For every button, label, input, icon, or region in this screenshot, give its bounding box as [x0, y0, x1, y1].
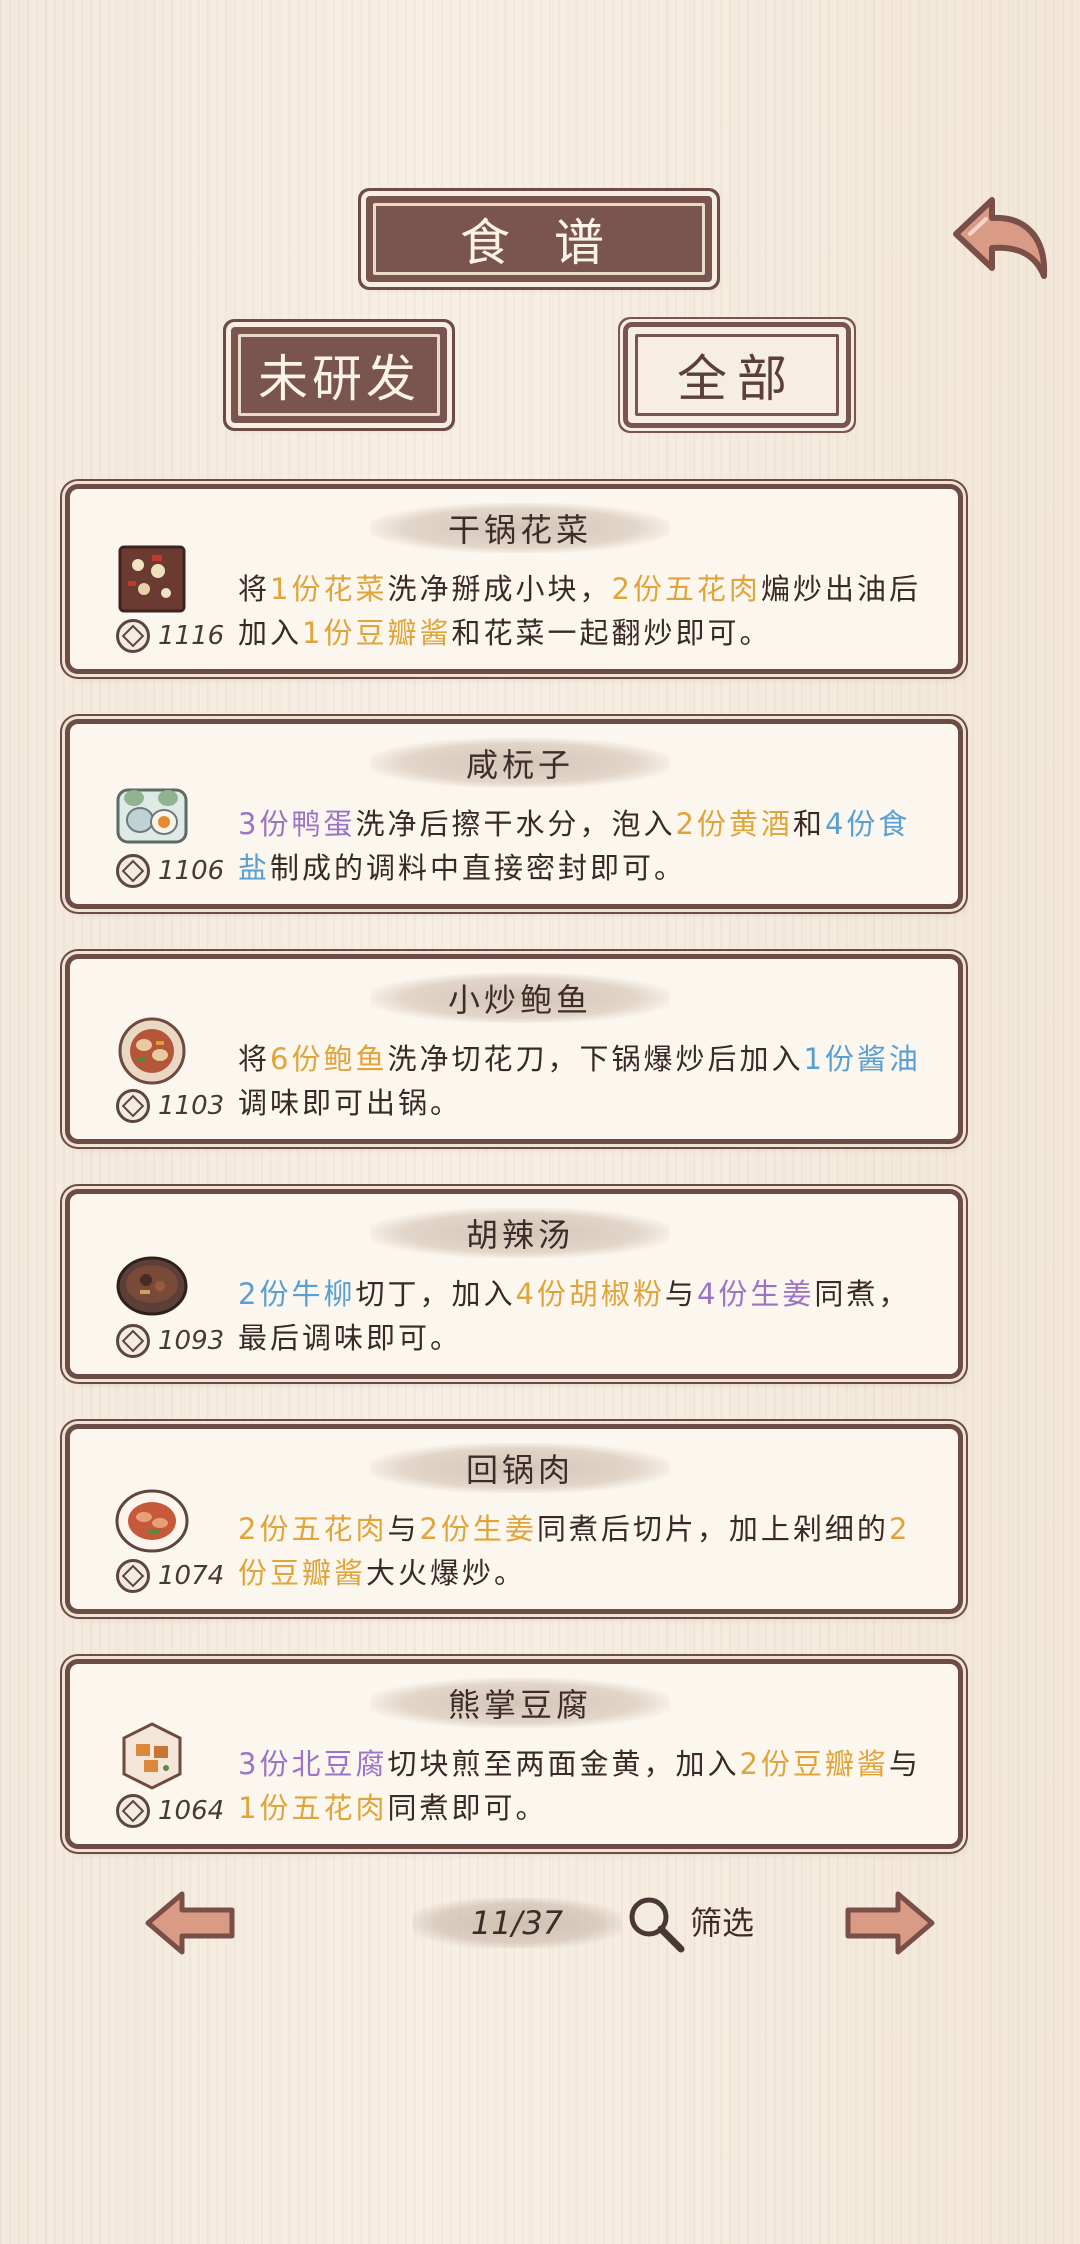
salted-duck-egg-dish-icon	[116, 788, 188, 844]
description-text: 制成的调料中直接密封即可。	[270, 851, 687, 885]
tab-undeveloped-label: 未研发	[258, 350, 420, 408]
recipe-description: 将1份花菜洗净掰成小块，2份五花肉煸炒出油后加入1份豆瓣酱和花菜一起翻炒即可。	[238, 567, 928, 655]
description-text: 洗净切花刀，下锅爆炒后加入	[387, 1042, 804, 1076]
coin-icon	[116, 1794, 150, 1828]
page-title-text: 食 谱	[460, 214, 618, 272]
page-indicator: 11/37	[412, 1898, 622, 1948]
recipe-card[interactable]: 回锅肉 1074 2份五花肉与2份生姜同煮后切片，加上剁细的2份豆瓣酱大火爆炒。	[70, 1429, 958, 1609]
prev-page-arrow-icon[interactable]	[142, 1888, 238, 1958]
bear-paw-tofu-dish-icon	[122, 1722, 182, 1790]
recipe-description: 3份鸭蛋洗净后擦干水分，泡入2份黄酒和4份食盐制成的调料中直接密封即可。	[238, 802, 928, 890]
recipe-name: 胡辣汤	[370, 1208, 670, 1258]
description-text: 将	[238, 1042, 271, 1076]
recipe-card[interactable]: 小炒鲍鱼 1103 将6份鲍鱼洗净切花刀，下锅爆炒后加入1份酱油调味即可出锅。	[70, 959, 958, 1139]
stir-fried-abalone-dish-icon	[118, 1017, 186, 1085]
ingredient-highlight: 2份五花肉	[611, 572, 761, 606]
coin-icon	[116, 1559, 150, 1593]
description-text: 将	[238, 572, 271, 606]
recipe-card[interactable]: 熊掌豆腐 1064 3份北豆腐切块煎至两面金黄，加入2份豆瓣酱与 1份五花肉同煮即可。	[70, 1664, 958, 1844]
description-text: 同煮后切片，加上剁细的	[536, 1512, 889, 1546]
search-icon[interactable]	[625, 1893, 687, 1955]
coin-icon	[116, 619, 150, 653]
ingredient-highlight: 1份五花肉	[238, 1791, 388, 1825]
ingredient-highlight: 3份鸭蛋	[238, 807, 356, 841]
ingredient-highlight: 6份鲍鱼	[270, 1042, 388, 1076]
filter-button[interactable]: 筛选	[690, 1898, 754, 1948]
ingredient-highlight: 1份花菜	[270, 572, 388, 606]
recipe-price: 1116	[158, 621, 225, 651]
coin-icon	[116, 854, 150, 888]
recipe-price: 1106	[158, 856, 225, 886]
recipe-name: 回锅肉	[370, 1443, 670, 1493]
ingredient-highlight: 2份牛柳	[238, 1277, 356, 1311]
description-text: 与	[664, 1277, 697, 1311]
description-text: 与	[387, 1512, 420, 1546]
tab-all-label: 全部	[677, 350, 797, 408]
recipe-price: 1093	[158, 1326, 225, 1356]
description-text: 与	[888, 1747, 921, 1781]
description-text: 调味即可出锅。	[238, 1086, 463, 1120]
ingredient-highlight: 2份生姜	[419, 1512, 537, 1546]
recipe-name: 咸杬子	[370, 738, 670, 788]
spicy-soup-dish-icon	[116, 1256, 188, 1316]
recipe-name: 熊掌豆腐	[370, 1678, 670, 1728]
ingredient-highlight: 4份生姜	[696, 1277, 815, 1311]
recipe-card[interactable]: 咸杬子 1106 3份鸭蛋洗净后擦干水分，泡入2份黄酒和4份食盐制成的调料中直接密封…	[70, 724, 958, 904]
ingredient-highlight: 3份北豆腐	[238, 1747, 388, 1781]
tab-all[interactable]: 全部	[628, 327, 846, 423]
recipe-description: 2份五花肉与2份生姜同煮后切片，加上剁细的2份豆瓣酱大火爆炒。	[238, 1507, 928, 1595]
description-text: 大火爆炒。	[366, 1556, 527, 1590]
recipe-description: 将6份鲍鱼洗净切花刀，下锅爆炒后加入1份酱油调味即可出锅。	[238, 1037, 928, 1125]
next-page-arrow-icon[interactable]	[842, 1888, 938, 1958]
ingredient-highlight: 1份酱油	[803, 1042, 921, 1076]
ingredient-highlight: 4份胡椒粉	[515, 1277, 665, 1311]
recipe-card[interactable]: 胡辣汤 1093 2份牛柳切丁，加入4份胡椒粉与4份生姜同煮，最后调味即可。	[70, 1194, 958, 1374]
coin-icon	[116, 1089, 150, 1123]
recipe-description: 3份北豆腐切块煎至两面金黄，加入2份豆瓣酱与 1份五花肉同煮即可。	[238, 1742, 928, 1830]
description-text: 洗净后擦干水分，泡入	[355, 807, 676, 841]
twice-cooked-pork-dish-icon	[115, 1489, 189, 1553]
tab-undeveloped[interactable]: 未研发	[231, 327, 447, 423]
recipe-name: 干锅花菜	[370, 503, 670, 553]
description-text: 和	[792, 807, 825, 841]
description-text: 和花菜一起翻炒即可。	[451, 616, 772, 650]
description-text: 洗净掰成小块，	[387, 572, 612, 606]
description-text: 切丁，加入	[355, 1277, 516, 1311]
back-arrow-icon[interactable]	[948, 192, 1052, 290]
ingredient-highlight: 2份黄酒	[675, 807, 793, 841]
recipe-price: 1103	[158, 1091, 225, 1121]
dry-pot-cauliflower-dish-icon	[118, 545, 186, 613]
recipe-price: 1074	[158, 1561, 225, 1591]
description-text: 切块煎至两面金黄，加入	[387, 1747, 740, 1781]
page-title: 食 谱	[366, 196, 712, 282]
ingredient-highlight: 1份豆瓣酱	[302, 616, 452, 650]
ingredient-highlight: 2份五花肉	[238, 1512, 388, 1546]
recipe-name: 小炒鲍鱼	[370, 973, 670, 1023]
recipe-price: 1064	[158, 1796, 225, 1826]
coin-icon	[116, 1324, 150, 1358]
description-text: 同煮即可。	[387, 1791, 548, 1825]
recipe-card[interactable]: 干锅花菜 1116 将1份花菜洗净掰成小块，2份五花肉煸炒出油后加入1份豆瓣酱和花菜…	[70, 489, 958, 669]
ingredient-highlight: 2份豆瓣酱	[739, 1747, 889, 1781]
recipe-description: 2份牛柳切丁，加入4份胡椒粉与4份生姜同煮，最后调味即可。	[238, 1272, 928, 1360]
